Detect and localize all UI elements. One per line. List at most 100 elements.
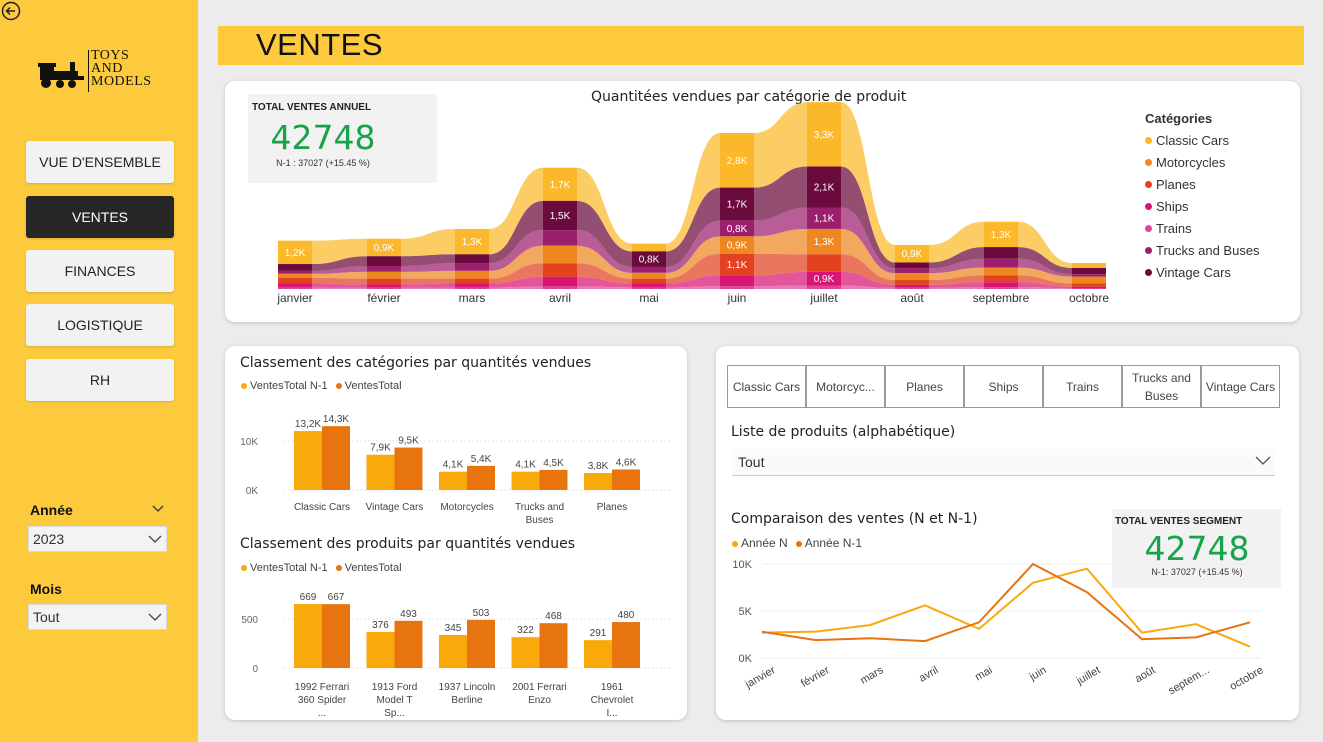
- ribbon-segment[interactable]: [1072, 283, 1106, 287]
- legend-item-trains[interactable]: Trains: [1145, 217, 1260, 239]
- bar[interactable]: [612, 469, 640, 490]
- product-list-select[interactable]: Tout: [732, 449, 1275, 476]
- bar[interactable]: [322, 604, 350, 668]
- ribbon-segment[interactable]: [984, 258, 1018, 268]
- ribbon-segment[interactable]: [455, 254, 489, 264]
- nav-ventes-button[interactable]: VENTES: [26, 196, 174, 238]
- ribbon-segment[interactable]: [367, 265, 401, 272]
- ribbon-segment[interactable]: [367, 278, 401, 285]
- bar[interactable]: [366, 632, 395, 668]
- slicer-classic-cars[interactable]: Classic Cars: [727, 365, 806, 408]
- ribbon-segment[interactable]: [895, 287, 929, 289]
- bar[interactable]: [439, 634, 467, 668]
- ribbon-segment[interactable]: [632, 287, 666, 289]
- slicer-trucks-buses[interactable]: Trucks and Buses: [1122, 365, 1201, 408]
- bar[interactable]: [366, 454, 395, 490]
- ribbon-segment[interactable]: [984, 275, 1018, 283]
- ribbon-segment[interactable]: [807, 285, 841, 289]
- nav-logistique-button[interactable]: LOGISTIQUE: [26, 304, 174, 346]
- ribbon-segment[interactable]: [278, 287, 312, 289]
- legend-item-ships[interactable]: Ships: [1145, 195, 1260, 217]
- ribbon-segment[interactable]: [807, 254, 841, 272]
- ribbon-segment[interactable]: [895, 273, 929, 281]
- bar[interactable]: [294, 431, 322, 490]
- legend-item-trucks-buses[interactable]: Trucks and Buses: [1145, 239, 1260, 261]
- x-axis-label: Trucks and: [515, 502, 564, 513]
- ribbon-segment[interactable]: [984, 247, 1018, 259]
- slicer-ships[interactable]: Ships: [964, 365, 1043, 408]
- nav-finances-button[interactable]: FINANCES: [26, 250, 174, 292]
- ribbon-segment[interactable]: [720, 275, 754, 287]
- bar[interactable]: [394, 447, 423, 490]
- slicer-vintage-cars[interactable]: Vintage Cars: [1201, 365, 1280, 408]
- ribbon-segment[interactable]: [720, 286, 754, 289]
- legend-item-vintage-cars[interactable]: Vintage Cars: [1145, 261, 1260, 283]
- ribbon-segment[interactable]: [543, 230, 577, 246]
- slicer-trains[interactable]: Trains: [1043, 365, 1122, 408]
- ribbon-segment[interactable]: [367, 256, 401, 266]
- legend-label: Planes: [1156, 176, 1196, 192]
- ribbon-segment[interactable]: [632, 278, 666, 284]
- line-annee-n[interactable]: [761, 567, 1251, 648]
- ribbon-segment[interactable]: [895, 262, 929, 269]
- ribbon-segment[interactable]: [278, 270, 312, 274]
- nav-rh-button[interactable]: RH: [26, 359, 174, 401]
- ribbon-segment[interactable]: [1072, 263, 1106, 268]
- slicer-motorcycles[interactable]: Motorcyc...: [806, 365, 885, 408]
- bar[interactable]: [322, 426, 350, 490]
- bar[interactable]: [467, 619, 495, 668]
- ribbon-segment[interactable]: [367, 271, 401, 279]
- ribbon-segment[interactable]: [1072, 267, 1106, 275]
- ribbon-segment[interactable]: [1072, 288, 1106, 289]
- bar[interactable]: [584, 473, 612, 490]
- legend-item-planes[interactable]: Planes: [1145, 173, 1260, 195]
- year-select[interactable]: 2023: [28, 526, 167, 552]
- ribbon-segment[interactable]: [632, 283, 666, 288]
- legend-label: VentesTotal N-1: [250, 380, 328, 392]
- legend-item-classic-cars[interactable]: Classic Cars: [1145, 129, 1260, 151]
- chevron-down-icon[interactable]: [152, 505, 164, 513]
- ribbon-segment[interactable]: [455, 287, 489, 289]
- bar[interactable]: [612, 622, 640, 668]
- ribbon-segment[interactable]: [632, 266, 666, 273]
- bar[interactable]: [539, 623, 568, 668]
- ribbon-segment[interactable]: [367, 287, 401, 289]
- nav-vue-ensemble-button[interactable]: VUE D'ENSEMBLE: [26, 141, 174, 183]
- ribbon-segment[interactable]: [632, 272, 666, 279]
- bar[interactable]: [511, 471, 540, 490]
- slicer-planes[interactable]: Planes: [885, 365, 964, 408]
- legend-item-motorcycles[interactable]: Motorcycles: [1145, 151, 1260, 173]
- back-arrow-icon[interactable]: [1, 1, 21, 21]
- ribbon-segment[interactable]: [278, 277, 312, 284]
- ribbon-segment[interactable]: [455, 278, 489, 284]
- bar[interactable]: [394, 620, 423, 668]
- ribbon-segment[interactable]: [367, 284, 401, 288]
- month-select[interactable]: Tout: [28, 604, 167, 630]
- ribbon-segment[interactable]: [984, 267, 1018, 276]
- ribbon-segment[interactable]: [895, 284, 929, 288]
- ribbon-segment[interactable]: [455, 263, 489, 271]
- bar[interactable]: [511, 637, 540, 668]
- ribbon-segment[interactable]: [543, 286, 577, 289]
- ribbon-segment[interactable]: [984, 287, 1018, 289]
- ribbon-segment[interactable]: [278, 264, 312, 271]
- ribbon-segment[interactable]: [1072, 276, 1106, 284]
- ribbon-segment[interactable]: [895, 280, 929, 285]
- ribbon-segment[interactable]: [895, 268, 929, 274]
- ribbon-segment[interactable]: [543, 245, 577, 264]
- bar[interactable]: [467, 465, 495, 490]
- bar[interactable]: [584, 640, 612, 668]
- ribbon-segment[interactable]: [632, 243, 666, 252]
- ribbon-segment[interactable]: [984, 282, 1018, 288]
- ribbon-segment[interactable]: [1072, 274, 1106, 277]
- ribbon-segment[interactable]: [543, 276, 577, 287]
- ribbon-segment[interactable]: [278, 273, 312, 278]
- ribbon-segment[interactable]: [543, 263, 577, 277]
- bar[interactable]: [439, 471, 467, 490]
- bar[interactable]: [539, 469, 568, 490]
- ribbon-segment[interactable]: [278, 283, 312, 288]
- ribbon-segment[interactable]: [455, 283, 489, 288]
- ribbon-segment[interactable]: [455, 270, 489, 279]
- ribbon-segment[interactable]: [1072, 286, 1106, 289]
- bar[interactable]: [294, 603, 322, 668]
